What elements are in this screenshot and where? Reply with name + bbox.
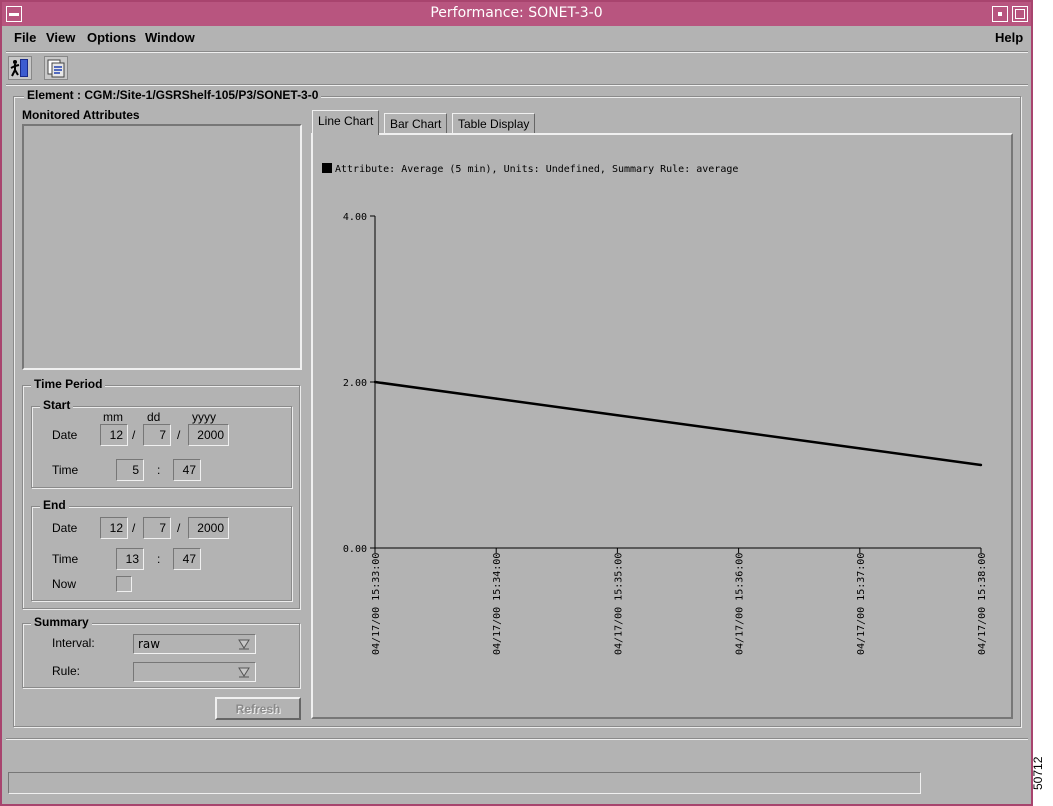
mm-label: mm [103, 410, 123, 424]
now-checkbox[interactable] [116, 576, 132, 592]
data-point [737, 430, 740, 433]
tab-table-display[interactable]: Table Display [452, 113, 536, 135]
x-tick-label: 04/17/00 15:34:00 [492, 553, 503, 655]
start-time-sep: : [157, 463, 161, 477]
y-tick-label: 0.00 [343, 544, 367, 555]
menu-help[interactable]: Help [995, 30, 1023, 45]
menu-options-label: Options [87, 30, 137, 45]
menu-options[interactable]: Options [87, 30, 136, 45]
end-date-label: Date [52, 521, 78, 535]
x-tick-label: 04/17/00 15:36:00 [735, 553, 746, 655]
interval-value: raw [138, 637, 161, 651]
x-tick-label: 04/17/00 15:35:00 [613, 553, 624, 655]
minimize-button[interactable] [992, 6, 1008, 22]
toolbar-divider [6, 84, 1028, 86]
start-time-label: Time [52, 463, 79, 477]
tab-line-chart-label: Line Chart [318, 114, 374, 128]
data-point [979, 463, 983, 467]
end-date-sep-2: / [177, 521, 181, 535]
monitored-attributes-list[interactable] [22, 124, 302, 370]
exit-button[interactable] [8, 56, 32, 80]
interval-select[interactable]: raw [133, 634, 256, 654]
x-tick-label: 04/17/00 15:37:00 [856, 553, 867, 655]
end-hour-field[interactable]: 13 [116, 548, 144, 570]
end-time-sep: : [157, 552, 161, 566]
legend-swatch [322, 163, 332, 173]
start-year-field[interactable]: 2000 [188, 424, 229, 446]
window-menu-icon [9, 13, 19, 16]
status-bar [8, 772, 921, 794]
tab-table-display-label: Table Display [458, 117, 530, 131]
menu-view[interactable]: View [46, 30, 75, 45]
time-period-title: Time Period [31, 377, 106, 391]
legend-text: Attribute: Average (5 min), Units: Undef… [335, 164, 738, 175]
dropdown-arrow-icon [238, 639, 250, 650]
menu-window-label: Window [145, 30, 195, 45]
rule-select[interactable] [133, 662, 256, 682]
refresh-icon [47, 59, 65, 78]
minimize-icon [998, 12, 1002, 16]
title-bar[interactable]: Performance: SONET-3-0 [2, 2, 1031, 26]
window-menu-button[interactable] [6, 6, 22, 22]
start-day-field[interactable]: 7 [143, 424, 171, 446]
maximize-icon [1015, 9, 1025, 19]
side-id: 50712 [1031, 756, 1045, 790]
data-point [495, 397, 498, 400]
interval-label: Interval: [52, 636, 95, 650]
tab-line-chart[interactable]: Line Chart [312, 110, 380, 135]
rule-label: Rule: [52, 664, 81, 678]
data-point [858, 447, 861, 450]
start-date-label: Date [52, 428, 78, 442]
start-hour-field[interactable]: 5 [116, 459, 144, 481]
maximize-button[interactable] [1012, 6, 1028, 22]
refresh-button-label: Refresh [235, 702, 281, 716]
tab-bar-chart[interactable]: Bar Chart [384, 113, 448, 135]
element-label: Element : CGM:/Site-1/GSRShelf-105/P3/SO… [24, 88, 322, 102]
end-title: End [40, 498, 69, 512]
start-date-sep-2: / [177, 428, 181, 442]
start-date-sep-1: / [132, 428, 136, 442]
yyyy-label: yyyy [192, 410, 216, 424]
end-year-field[interactable]: 2000 [188, 517, 229, 539]
end-time-label: Time [52, 552, 79, 566]
end-date-sep-1: / [132, 521, 136, 535]
window-title: Performance: SONET-3-0 [430, 5, 603, 21]
tab-bar-chart-label: Bar Chart [390, 117, 442, 131]
refresh-toolbar-button[interactable] [44, 56, 68, 80]
dropdown-arrow-icon [238, 667, 250, 678]
end-day-field[interactable]: 7 [143, 517, 171, 539]
menu-help-label: Help [995, 30, 1024, 45]
refresh-button[interactable]: Refresh [215, 697, 301, 720]
start-month-field[interactable]: 12 [100, 424, 128, 446]
status-divider [6, 738, 1028, 740]
exit-door-icon [10, 59, 28, 77]
y-tick-label: 4.00 [343, 212, 367, 223]
y-tick-label: 2.00 [343, 378, 367, 389]
data-point [616, 414, 619, 417]
x-tick-label: 04/17/00 15:38:00 [977, 553, 988, 655]
end-month-field[interactable]: 12 [100, 517, 128, 539]
menu-window[interactable]: Window [145, 30, 195, 45]
summary-title: Summary [31, 615, 92, 629]
menu-file-label: File [14, 30, 37, 45]
now-label: Now [52, 577, 77, 591]
dd-label: dd [147, 410, 161, 424]
start-title: Start [40, 398, 74, 412]
series-line [374, 380, 982, 467]
end-minute-field[interactable]: 47 [173, 548, 201, 570]
monitored-attributes-title: Monitored Attributes [22, 108, 140, 122]
menu-divider [6, 51, 1028, 53]
menu-file[interactable]: File [14, 30, 36, 45]
data-point [373, 380, 377, 384]
line-chart: Attribute: Average (5 min), Units: Undef… [322, 163, 988, 655]
start-minute-field[interactable]: 47 [173, 459, 201, 481]
x-tick-label: 04/17/00 15:33:00 [371, 553, 382, 655]
menu-view-label: View [46, 30, 76, 45]
